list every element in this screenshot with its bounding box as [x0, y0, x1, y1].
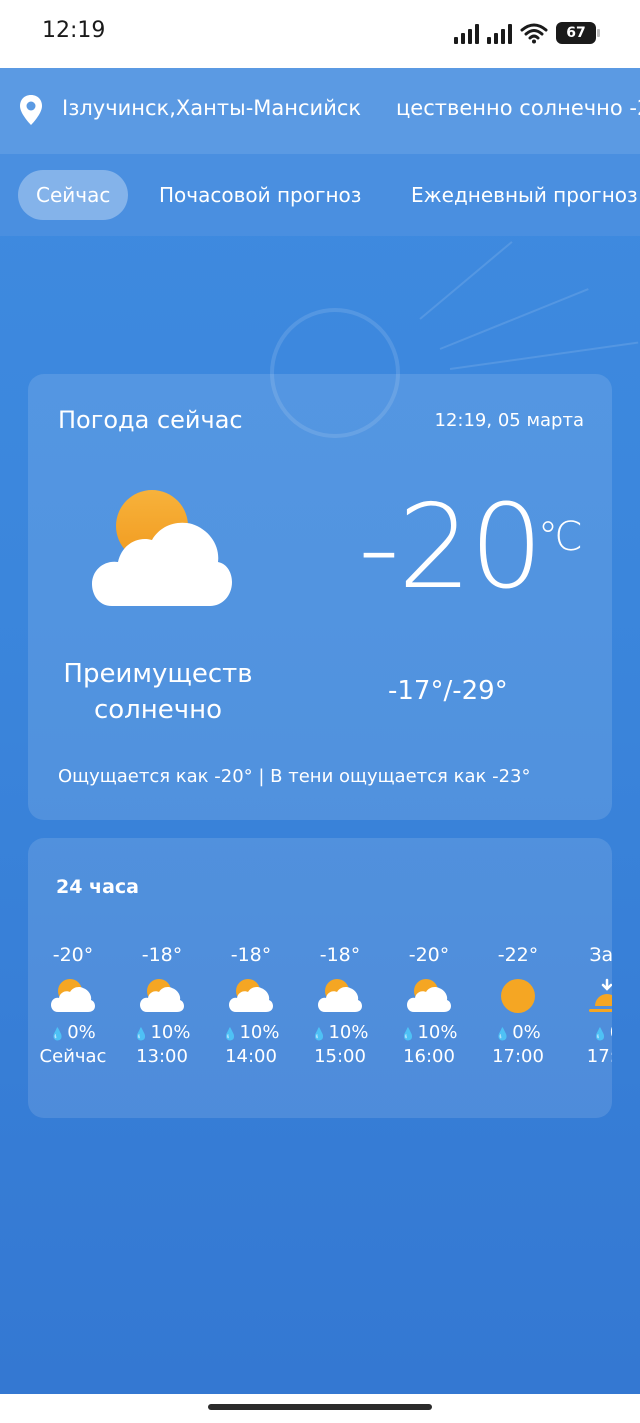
hour-item[interactable]: -18° 💧 10% 14:00 — [206, 944, 296, 1070]
hour-precip: 💧 10% — [206, 1022, 296, 1046]
current-weather-card[interactable]: Погода сейчас 12:19, 05 марта -20 ℃ Преи… — [28, 374, 612, 820]
hour-precip-value: 10% — [239, 1022, 280, 1043]
rain-drops-icon: 💧 — [133, 1027, 149, 1041]
hourly-list[interactable]: -20° 💧 0% Сейчас -18° 💧 10% 13:00 -18° 💧… — [28, 944, 612, 1074]
hour-item[interactable]: -20° 💧 10% 16:00 — [384, 944, 474, 1070]
hour-temp: Зак — [589, 944, 612, 966]
hour-item[interactable]: -18° 💧 10% 13:00 — [117, 944, 207, 1070]
partly-cloudy-icon — [407, 979, 451, 1012]
sunset-icon — [589, 978, 612, 1012]
tab-hourly[interactable]: Почасовой прогноз — [159, 170, 361, 220]
hour-temp: -22° — [497, 944, 539, 966]
location-name: Ізлучинск,Ханты-Мансийск — [62, 96, 362, 120]
hour-precip: 💧 0% — [473, 1022, 563, 1046]
hour-time: 13:00 — [136, 1046, 188, 1067]
hour-item[interactable]: -18° 💧 10% 15:00 — [295, 944, 385, 1070]
status-icons: 67 — [454, 20, 600, 44]
hour-temp: -18° — [141, 944, 183, 966]
hour-time: Сейчас — [39, 1046, 107, 1067]
partly-cloudy-icon — [51, 979, 95, 1012]
rain-drops-icon: 💧 — [311, 1027, 327, 1041]
hourly-title: 24 часа — [56, 876, 140, 898]
rain-drops-icon: 💧 — [592, 1027, 608, 1041]
location-bar[interactable]: Ізлучинск,Ханты-Мансийск цественно солне… — [0, 68, 640, 154]
rain-drops-icon: 💧 — [50, 1027, 66, 1041]
rain-drops-icon: 💧 — [222, 1027, 238, 1041]
hour-precip: 💧 10% — [117, 1022, 207, 1046]
current-weather-title: Погода сейчас — [58, 406, 243, 434]
hour-time: 14:00 — [225, 1046, 277, 1067]
hourly-forecast-card[interactable]: 24 часа -20° 💧 0% Сейчас -18° 💧 10% 13:00 — [28, 838, 612, 1118]
hour-precip: 💧 10% — [295, 1022, 385, 1046]
hour-time: 17:2 — [586, 1046, 612, 1067]
tab-daily[interactable]: Ежедневный прогноз — [411, 170, 638, 220]
weather-app: Ізлучинск,Ханты-Мансийск цественно солне… — [0, 68, 640, 1394]
current-datetime: 12:19, 05 марта — [434, 410, 585, 431]
partly-cloudy-icon — [92, 490, 232, 606]
temperature-unit: ℃ — [538, 514, 583, 560]
hour-item[interactable]: -22° 💧 0% 17:00 — [473, 944, 563, 1070]
temperature-range: -17°/-29° — [388, 676, 508, 706]
hour-temp: -18° — [319, 944, 361, 966]
hour-precip: 💧 0% — [28, 1022, 118, 1046]
partly-cloudy-icon — [318, 979, 362, 1012]
sun-icon — [501, 979, 535, 1013]
rain-drops-icon: 💧 — [400, 1027, 416, 1041]
hour-item[interactable]: -20° 💧 0% Сейчас — [28, 944, 118, 1070]
hour-temp: -20° — [408, 944, 450, 966]
hour-time: 17:00 — [492, 1046, 544, 1067]
hour-temp: -18° — [230, 944, 272, 966]
hour-precip-value: 10% — [150, 1022, 191, 1043]
home-gesture-handle[interactable] — [208, 1404, 432, 1410]
hour-precip-value: 10% — [417, 1022, 458, 1043]
background-ray — [419, 241, 513, 320]
hour-precip: 💧 10% — [384, 1022, 474, 1046]
hour-temp: -20° — [52, 944, 94, 966]
signal-icon-2 — [487, 24, 512, 44]
status-bar: 12:19 67 — [0, 0, 640, 68]
current-condition: Преимуществ солнечно — [63, 659, 253, 725]
rain-drops-icon: 💧 — [495, 1027, 511, 1041]
partly-cloudy-icon — [140, 979, 184, 1012]
battery-icon: 67 — [556, 22, 600, 44]
hour-time: 15:00 — [314, 1046, 366, 1067]
hour-precip: 💧0 — [562, 1022, 612, 1046]
condition-marquee: цественно солнечно -2 — [396, 96, 640, 120]
tab-bar: Сейчас Почасовой прогноз Ежедневный прог… — [0, 154, 640, 236]
signal-icon — [454, 24, 479, 44]
hour-precip-value: 0% — [67, 1022, 96, 1043]
hour-precip-value: 10% — [328, 1022, 369, 1043]
status-time: 12:19 — [42, 18, 106, 43]
hour-precip-value: 0% — [512, 1022, 541, 1043]
partly-cloudy-icon — [229, 979, 273, 1012]
hour-item[interactable]: Зак 💧0 17:2 — [562, 944, 612, 1070]
navigation-bar — [0, 1394, 640, 1423]
background-ray — [439, 288, 589, 350]
current-temperature: -20 — [358, 480, 543, 615]
hour-time: 16:00 — [403, 1046, 455, 1067]
feels-like-text: Ощущается как -20° | В тени ощущается ка… — [58, 766, 531, 787]
background-ray — [449, 341, 639, 370]
tab-now[interactable]: Сейчас — [18, 170, 129, 220]
wifi-icon — [520, 23, 548, 44]
hour-precip-value: 0 — [610, 1022, 612, 1043]
location-pin-icon — [20, 95, 42, 125]
